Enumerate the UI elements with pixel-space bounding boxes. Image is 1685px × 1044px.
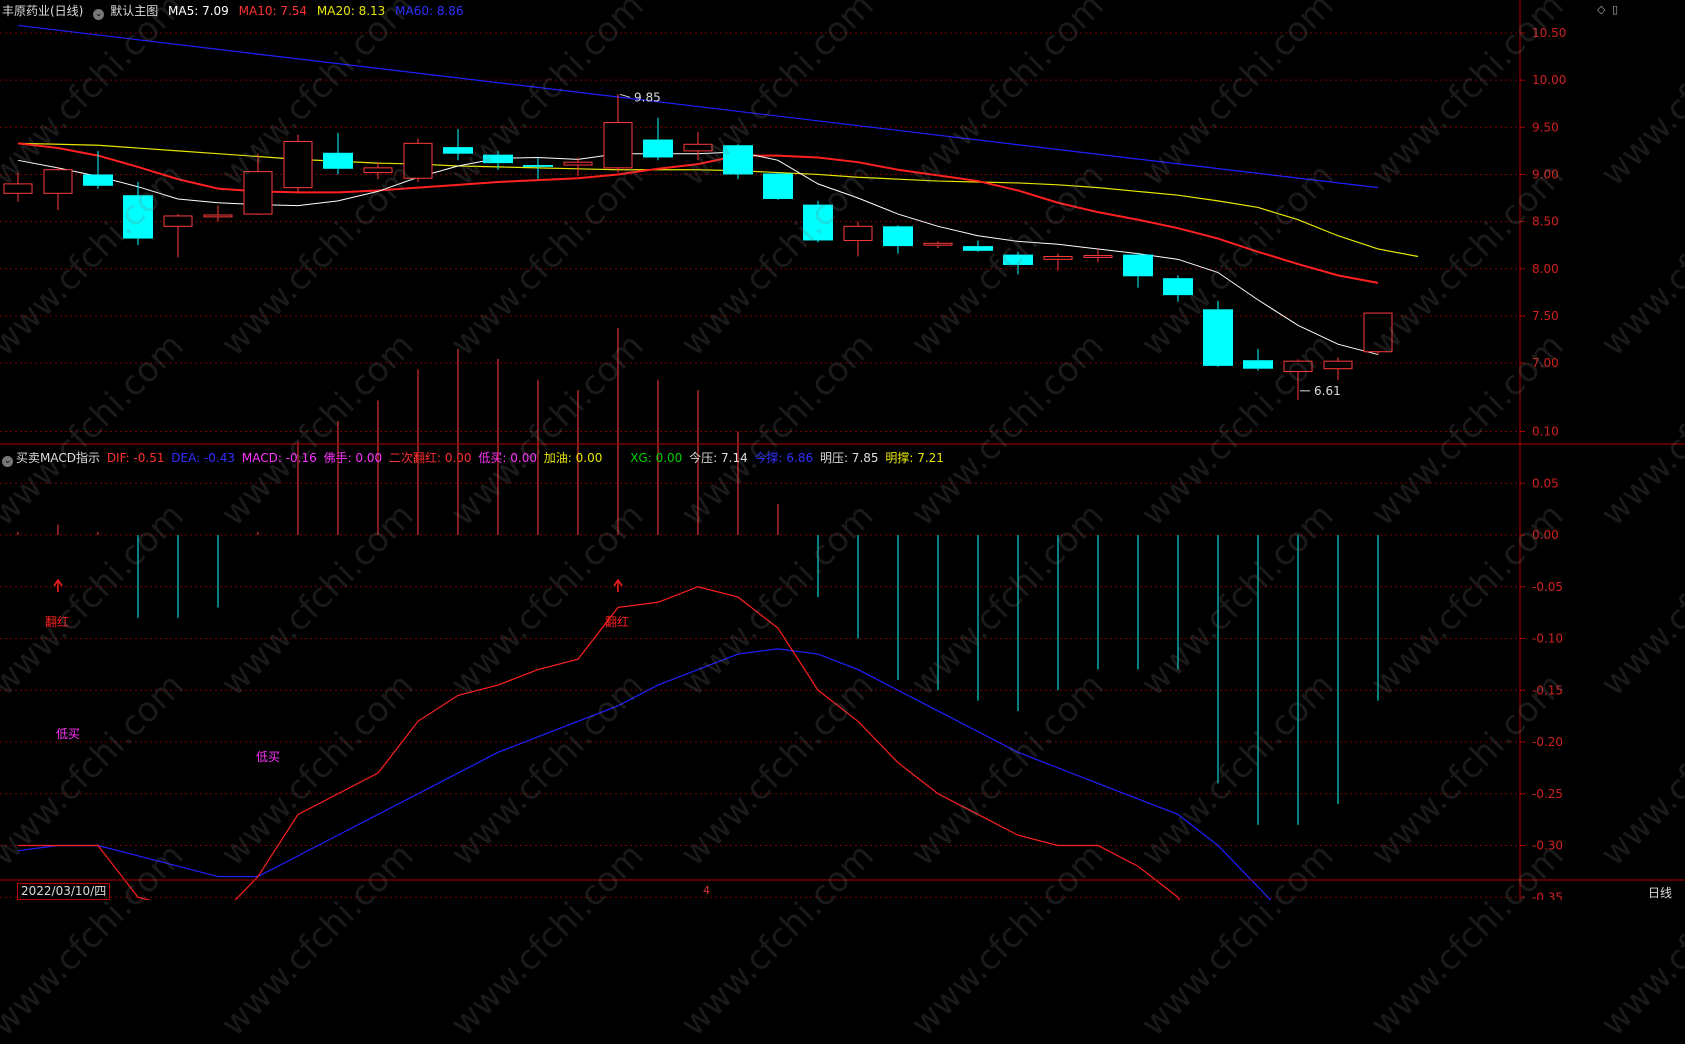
ma10-series	[17, 142, 1379, 284]
cursor-date: 2022/03/10/四	[17, 883, 111, 900]
macd-tick-label: -0.35	[1532, 890, 1563, 900]
candle-body	[1043, 255, 1073, 260]
stock-title[interactable]: 丰原药业(日线)	[2, 4, 83, 18]
add-oil-value: 加油: 0.00	[543, 451, 603, 465]
candle-body	[1083, 255, 1113, 258]
indicator-name[interactable]: 买卖MACD指示	[16, 451, 100, 465]
candle-body	[883, 226, 913, 247]
dea-value: DEA: -0.43	[171, 451, 236, 465]
candle-body	[363, 167, 393, 174]
macd-tick-label: -0.10	[1532, 632, 1563, 646]
candle-body	[283, 140, 313, 189]
candle-body	[643, 139, 673, 158]
candle-body	[1323, 360, 1353, 370]
signal-label: 翻红	[605, 614, 629, 629]
candle-body	[43, 169, 73, 194]
candle-body	[83, 174, 113, 186]
candle-body	[1363, 312, 1393, 353]
macd-tick-label: 0.10	[1532, 425, 1559, 439]
tomorrow-support-value: 明撑: 7.21	[885, 451, 944, 465]
candle-body	[563, 161, 593, 166]
dif-value: DIF: -0.51	[106, 451, 165, 465]
low-buy-label: 低买	[56, 727, 80, 741]
candle-body	[123, 195, 153, 239]
macd-tick-label: -0.20	[1532, 735, 1563, 749]
today-press-value: 今压: 7.14	[689, 451, 748, 465]
ma10-value: MA10: 7.54	[238, 4, 308, 18]
ma20-value: MA20: 8.13	[316, 4, 386, 18]
ma5-value: MA5: 7.09	[168, 4, 229, 18]
candle-body	[803, 204, 833, 241]
tomorrow-press-value: 明压: 7.85	[819, 451, 879, 465]
diamond-icon[interactable]: ◇	[1597, 3, 1605, 16]
dif-line	[18, 586, 1181, 900]
candle-body	[483, 154, 513, 164]
candle-body	[403, 142, 433, 179]
month-marker: 4	[703, 884, 710, 897]
ma60-value: MA60: 8.86	[395, 4, 464, 18]
candle-body	[763, 173, 793, 199]
candle-body	[683, 143, 713, 152]
candle-body	[1003, 254, 1033, 265]
candle-body	[1283, 360, 1313, 373]
dif-series	[18, 586, 1181, 900]
grid-lines	[0, 32, 1520, 898]
candle-body	[1203, 309, 1233, 366]
price-tick-label: 10.50	[1532, 26, 1566, 40]
price-tick-label: 10.00	[1532, 73, 1566, 87]
candles	[3, 94, 1393, 400]
price-tick-label: 8.50	[1532, 215, 1559, 229]
candle-body	[523, 165, 553, 167]
ma5-line	[17, 151, 1379, 356]
candle-body	[1243, 360, 1273, 369]
macd-tick-label: -0.05	[1532, 580, 1563, 594]
price-tick-label: 7.50	[1532, 309, 1559, 323]
period-button[interactable]: 日线	[1648, 884, 1672, 901]
macd-histogram	[17, 328, 1379, 825]
candle-body	[163, 215, 193, 227]
low-buy-value: 低买: 0.00	[478, 451, 537, 465]
price-tick-label: 7.00	[1532, 356, 1559, 370]
price-tick-label: 9.50	[1532, 120, 1559, 134]
menu-icon[interactable]: ▯	[1612, 3, 1618, 16]
price-tick-label: 9.00	[1532, 167, 1559, 181]
macd-tick-label: 0.00	[1532, 528, 1559, 542]
chevron-down-icon[interactable]: ⌄	[2, 456, 13, 467]
price-tick-label: 8.00	[1532, 262, 1559, 276]
signal-label: 翻红	[45, 614, 69, 629]
ma5-series	[17, 151, 1379, 356]
low-label: 6.61	[1314, 384, 1341, 398]
high-label: 9.85	[634, 90, 661, 104]
candle-body	[323, 152, 353, 169]
buy-value: 佛手: 0.00	[323, 451, 383, 465]
candle-body	[963, 246, 993, 251]
candle-body	[723, 145, 753, 175]
today-support-value: 今撑: 6.86	[754, 451, 814, 465]
candle-body	[203, 214, 233, 218]
candle-body	[603, 122, 633, 169]
macd-tick-label: -0.30	[1532, 839, 1563, 853]
second-red-value: 二次翻红: 0.00	[388, 451, 472, 465]
macd-tick-label: -0.15	[1532, 683, 1563, 697]
candle-body	[443, 147, 473, 154]
macd-tick-label: 0.05	[1532, 476, 1559, 490]
macd-value: MACD: -0.16	[241, 451, 317, 465]
candle-body	[923, 242, 953, 246]
candle-body	[1123, 254, 1153, 277]
candle-body	[1163, 278, 1193, 296]
xg-value: XG: 0.00	[630, 451, 683, 465]
indicator-header: ⌄ 买卖MACD指示 DIF: -0.51 DEA: -0.43 MACD: -0…	[2, 449, 947, 467]
low-buy-label: 低买	[256, 750, 280, 764]
main-chart-name[interactable]: 默认主图	[110, 4, 158, 18]
dea-line	[17, 648, 1272, 900]
main-chart-header: 丰原药业(日线) ⌄ 默认主图 MA5: 7.09 MA10: 7.54 MA20…	[2, 2, 470, 20]
candle-body	[243, 171, 273, 215]
candle-body	[3, 183, 33, 194]
signal-markers: 翻红 翻红低买低买	[45, 578, 629, 764]
dea-series	[17, 648, 1272, 900]
candle-body	[843, 225, 873, 241]
ma10-line	[17, 142, 1379, 284]
macd-tick-label: -0.25	[1532, 787, 1563, 801]
